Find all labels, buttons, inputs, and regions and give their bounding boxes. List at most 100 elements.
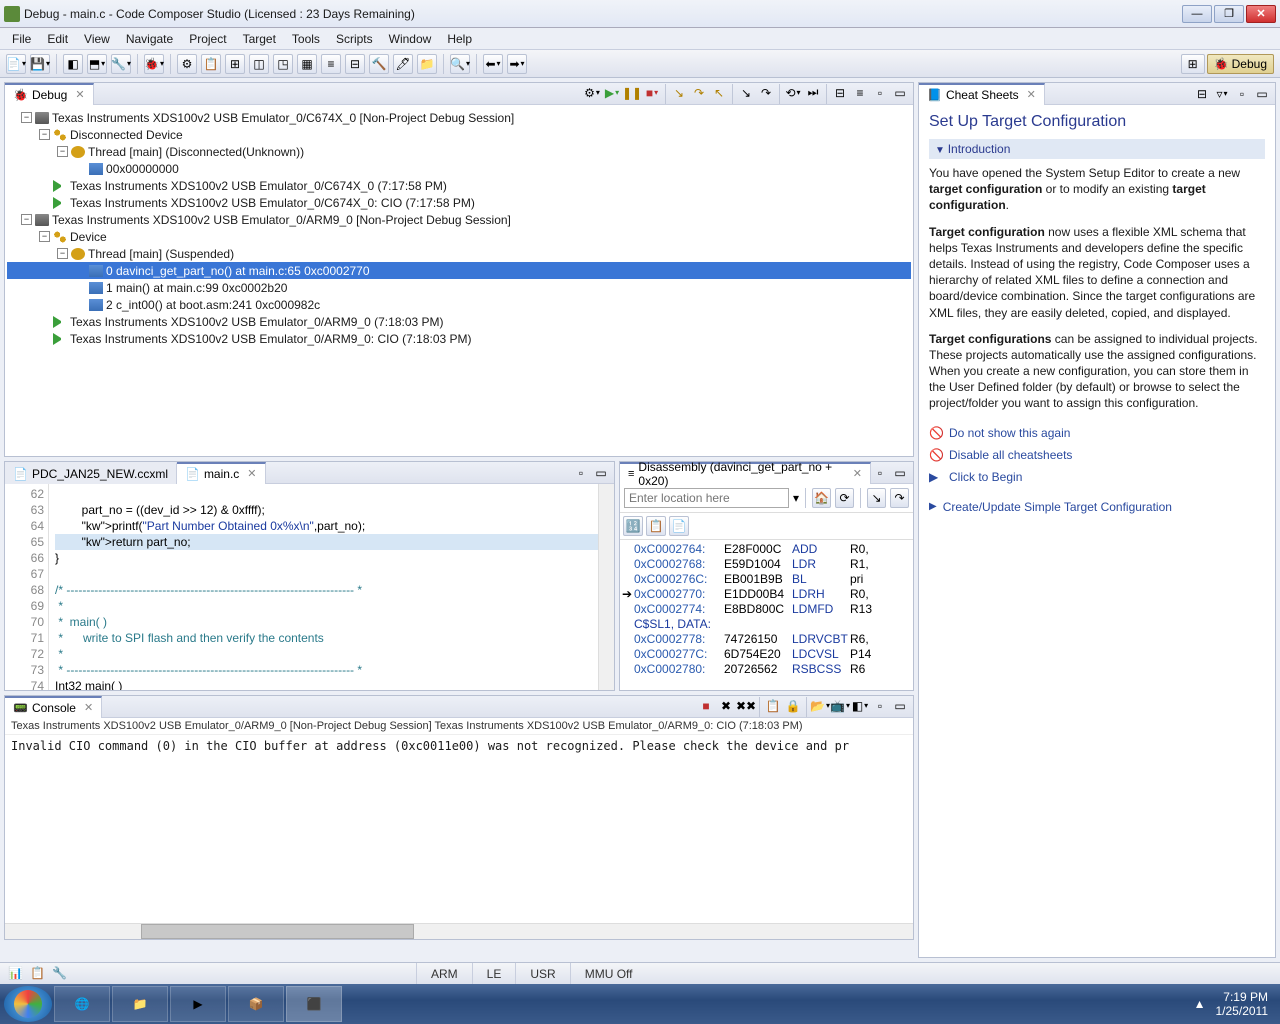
debug-tree-row[interactable]: 1 main() at main.c:99 0xc0002b20 [7,279,911,296]
debug-tree-row[interactable]: −Thread [main] (Disconnected(Unknown)) [7,143,911,160]
debug-tree-row[interactable]: −Thread [main] (Suspended) [7,245,911,262]
cheatsheets-tab[interactable]: 📘 Cheat Sheets ✕ [919,83,1045,105]
tool-button[interactable]: ⬒ [87,54,107,74]
cheat-section[interactable]: Introduction [929,139,1265,159]
start-button[interactable] [4,986,52,1022]
dropdown-icon[interactable]: ▾ [793,491,799,505]
asm-step-over-button[interactable]: ↷ [757,84,775,102]
maximize-view-icon[interactable]: ▭ [1253,85,1271,103]
disasm-row[interactable]: 0xC0002768:E59D1004LDRR1, [622,557,911,572]
menu-target[interactable]: Target [235,30,284,48]
link-create-update[interactable]: ▶Create/Update Simple Target Configurati… [929,496,1265,518]
step-return-button[interactable]: ↖ [710,84,728,102]
refresh-button[interactable]: ⟳ [835,488,854,508]
maximize-view-icon[interactable]: ▭ [891,697,909,715]
tray-clock[interactable]: 7:19 PM 1/25/2011 [1216,990,1269,1019]
tool-button[interactable]: 🔢 [623,516,643,536]
close-icon[interactable]: ✕ [853,467,862,480]
scrollbar-h[interactable] [5,923,913,939]
step-button[interactable]: ↷ [890,488,909,508]
disasm-row[interactable]: 0xC000277C:6D754E20LDCVSLP14 [622,647,911,662]
debug-tree-row[interactable]: Texas Instruments XDS100v2 USB Emulator_… [7,194,911,211]
taskbar-media[interactable]: ▶ [170,986,226,1022]
perspective-debug-button[interactable]: 🐞 Debug [1207,54,1274,74]
taskbar-explorer[interactable]: 📁 [112,986,168,1022]
close-icon[interactable]: ✕ [247,467,256,480]
tool-button[interactable]: ⚙ [177,54,197,74]
tool-button[interactable]: 🔨 [369,54,389,74]
resume-button[interactable]: ▶ [603,84,621,102]
console-tab[interactable]: 📟 Console ✕ [5,696,102,718]
debug-tree-row[interactable]: 0 davinci_get_part_no() at main.c:65 0xc… [7,262,911,279]
menu-edit[interactable]: Edit [39,30,76,48]
debug-tree[interactable]: −Texas Instruments XDS100v2 USB Emulator… [5,105,913,456]
tool-button[interactable]: 🔍 [450,54,470,74]
status-icon[interactable]: 📊 [8,966,24,982]
tool-button[interactable]: ◧ [851,697,869,715]
close-button[interactable]: ✕ [1246,5,1276,23]
tool-button[interactable]: 🔒 [784,697,802,715]
disasm-row[interactable]: 0xC000276C:EB001B9BBLpri [622,572,911,587]
nav-fwd-button[interactable]: ➡ [507,54,527,74]
suspend-button[interactable]: ❚❚ [623,84,641,102]
tool-button[interactable]: ◫ [249,54,269,74]
close-icon[interactable]: ✕ [84,701,93,714]
minimize-button[interactable]: — [1182,5,1212,23]
debug-tab[interactable]: 🐞 Debug ✕ [5,83,94,105]
scrollbar-v[interactable] [598,484,614,690]
menu-project[interactable]: Project [181,30,234,48]
menu-file[interactable]: File [4,30,39,48]
editor-tab-ccxml[interactable]: 📄 PDC_JAN25_NEW.ccxml [5,462,177,484]
tray-icon[interactable]: ▲ [1194,997,1206,1011]
close-icon[interactable]: ✕ [1027,88,1036,101]
maximize-view-icon[interactable]: ▭ [891,464,909,482]
debug-tree-row[interactable]: Texas Instruments XDS100v2 USB Emulator_… [7,313,911,330]
step-over-button[interactable]: ↷ [690,84,708,102]
tool-button[interactable]: 🖊 [393,54,413,74]
taskbar-vbox[interactable]: 📦 [228,986,284,1022]
tool-button[interactable]: 📋 [201,54,221,74]
disasm-location-input[interactable] [624,488,789,508]
editor-code[interactable]: part_no = ((dev_id >> 12) & 0xffff); "kw… [49,484,598,690]
remove-all-button[interactable]: ✖✖ [737,697,755,715]
minimize-view-icon[interactable]: ▫ [871,84,889,102]
disasm-row[interactable]: 0xC0002774:E8BD800CLDMFDR13 [622,602,911,617]
menu-help[interactable]: Help [439,30,480,48]
step-into-button[interactable]: ↘ [670,84,688,102]
code-editor[interactable]: 62636465666768697071727374 part_no = ((d… [5,484,614,690]
menu-tools[interactable]: Tools [284,30,328,48]
tool-button[interactable]: ⊞ [225,54,245,74]
link-do-not-show[interactable]: 🚫Do not show this again [929,422,1265,444]
tool-button[interactable]: ⚙ [583,84,601,102]
tool-button[interactable]: 📁 [417,54,437,74]
tool-button[interactable]: ⏭ [804,84,822,102]
debug-tree-row[interactable]: −Texas Instruments XDS100v2 USB Emulator… [7,211,911,228]
minimize-view-icon[interactable]: ▫ [871,697,889,715]
maximize-view-icon[interactable]: ▭ [592,464,610,482]
view-menu-button[interactable]: ▿ [1213,85,1231,103]
maximize-view-icon[interactable]: ▭ [891,84,909,102]
disassembly-tab[interactable]: ≡ Disassembly (davinci_get_part_no + 0x2… [620,462,871,484]
save-button[interactable]: 💾 [30,54,50,74]
disasm-row[interactable]: ➔0xC0002770:E1DD00B4LDRHR0, [622,587,911,602]
tool-button[interactable]: ◧ [63,54,83,74]
tool-button[interactable]: 📋 [646,516,666,536]
debug-tree-row[interactable]: 2 c_int00() at boot.asm:241 0xc000982c [7,296,911,313]
menu-scripts[interactable]: Scripts [328,30,381,48]
tool-button[interactable]: 🔧 [111,54,131,74]
debug-tree-row[interactable]: −Device [7,228,911,245]
step-button[interactable]: ↘ [867,488,886,508]
debug-tree-row[interactable]: Texas Instruments XDS100v2 USB Emulator_… [7,177,911,194]
taskbar-ie[interactable]: 🌐 [54,986,110,1022]
debug-tree-row[interactable]: −Disconnected Device [7,126,911,143]
maximize-button[interactable]: ❐ [1214,5,1244,23]
status-icon[interactable]: 🔧 [52,966,68,982]
tool-button[interactable]: 📂 [811,697,829,715]
disassembly-body[interactable]: 0xC0002764:E28F000CADDR0,0xC0002768:E59D… [620,540,913,679]
disasm-row[interactable]: 0xC0002780:20726562RSBCSSR6 [622,662,911,677]
tool-button[interactable]: ≡ [321,54,341,74]
debug-tree-row[interactable]: 0 0x00000000 [7,160,911,177]
asm-step-into-button[interactable]: ↘ [737,84,755,102]
terminate-button[interactable]: ■ [697,697,715,715]
cheatsheets-body[interactable]: Set Up Target Configuration Introduction… [919,105,1275,526]
